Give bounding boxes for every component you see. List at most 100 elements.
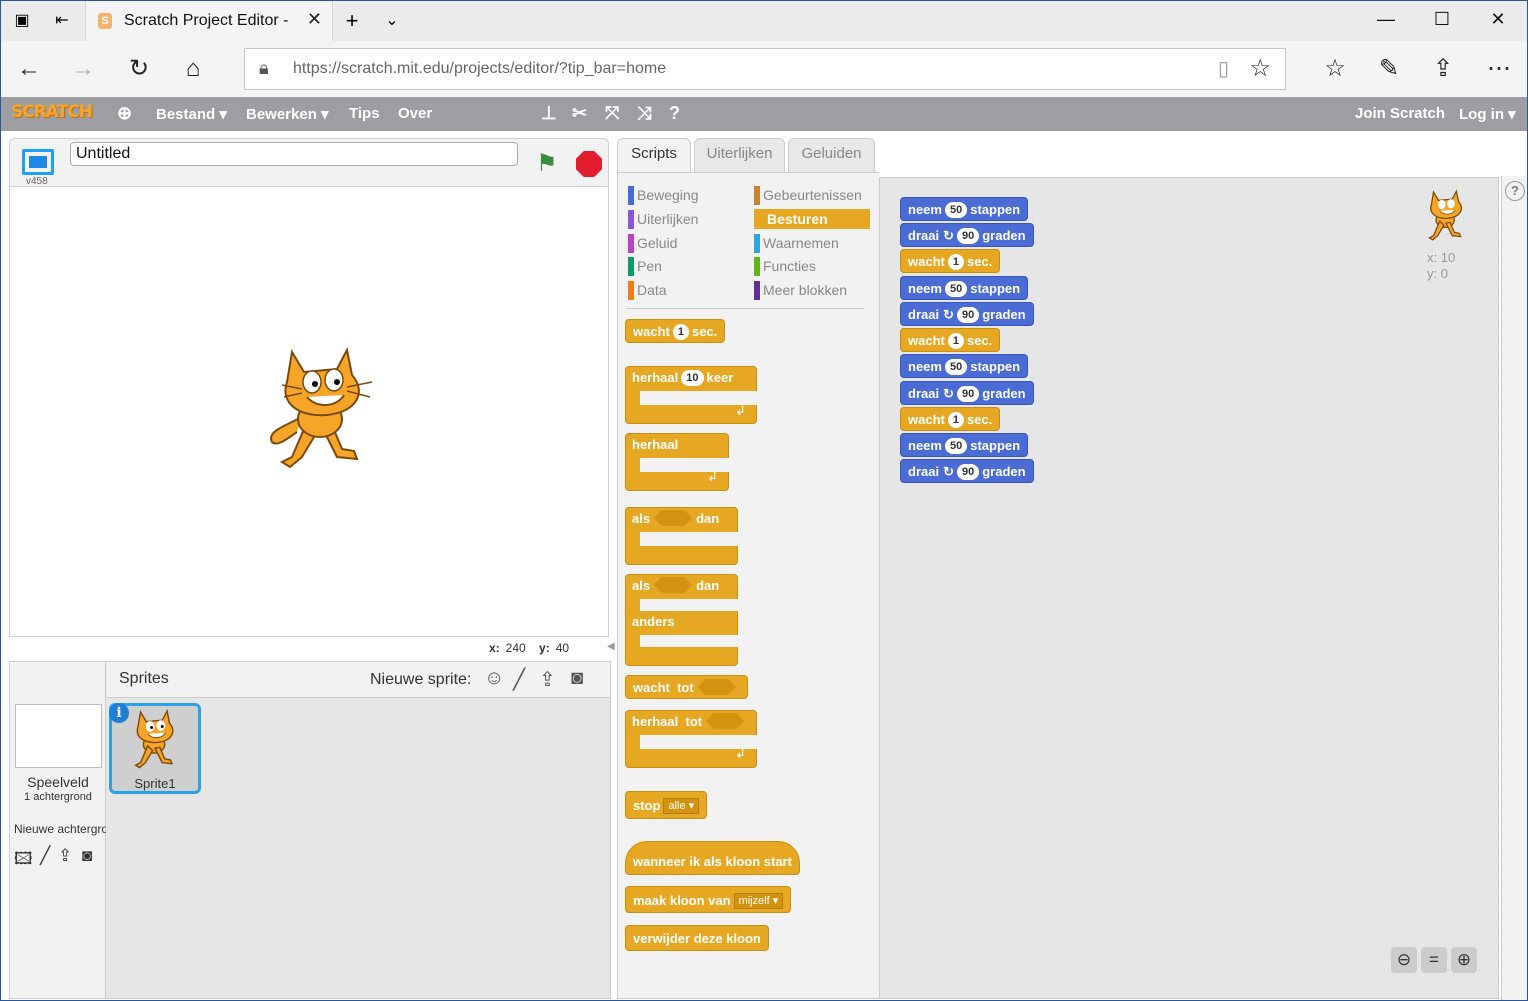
block-input[interactable]: 50 bbox=[944, 438, 968, 454]
home-icon[interactable]: ⌂ bbox=[175, 55, 211, 83]
category-more-blocks[interactable]: Meer blokken bbox=[754, 281, 870, 300]
tab-sounds[interactable]: Geluiden bbox=[788, 138, 875, 172]
grow-icon[interactable]: ⤧ bbox=[605, 103, 619, 124]
forward-icon[interactable]: → bbox=[65, 55, 101, 83]
category-sensing[interactable]: Waarnemen bbox=[754, 234, 870, 253]
script-block-move[interactable]: neem 50 stappen bbox=[900, 433, 1029, 457]
sprite-library-icon[interactable]: ☺ bbox=[484, 667, 504, 690]
tab-costumes[interactable]: Uiterlijken bbox=[694, 138, 785, 172]
browser-tab[interactable]: S Scratch Project Editor - ✕ bbox=[85, 1, 333, 41]
join-scratch-link[interactable]: Join Scratch bbox=[1355, 105, 1445, 122]
address-bar[interactable]: 🔒︎ https://scratch.mit.edu/projects/edit… bbox=[244, 48, 1286, 90]
web-note-icon[interactable]: ✎ bbox=[1371, 55, 1407, 83]
category-motion[interactable]: Beweging bbox=[628, 186, 744, 205]
category-looks[interactable]: Uiterlijken bbox=[628, 210, 744, 229]
green-flag-icon[interactable]: ⚑ bbox=[536, 149, 558, 178]
block-when-clone-starts[interactable]: wanneer ik als kloon start bbox=[625, 841, 800, 875]
scratch-logo[interactable]: SCRATCH bbox=[11, 102, 93, 122]
block-create-clone[interactable]: maak kloon van mijzelf ▾ bbox=[625, 886, 792, 913]
block-input[interactable]: 90 bbox=[956, 386, 980, 402]
block-wait-until[interactable]: wacht tot bbox=[625, 675, 748, 699]
lock-icon: 🔒︎ bbox=[259, 58, 269, 78]
block-delete-clone[interactable]: verwijder deze kloon bbox=[625, 925, 769, 951]
zoom-reset-icon[interactable]: = bbox=[1421, 947, 1447, 973]
zoom-in-icon[interactable]: ⊕ bbox=[1451, 947, 1477, 973]
edit-menu[interactable]: Bewerken ▾ bbox=[246, 105, 329, 123]
script-block-turn[interactable]: draai ↻ 90 graden bbox=[900, 459, 1034, 483]
file-menu[interactable]: Bestand ▾ bbox=[156, 105, 227, 123]
reading-view-icon[interactable]: ▯ bbox=[1218, 56, 1229, 81]
favorites-hub-icon[interactable]: ☆ bbox=[1317, 55, 1353, 83]
block-input[interactable]: 90 bbox=[956, 228, 980, 244]
minimize-icon[interactable]: — bbox=[1363, 9, 1409, 30]
script-block-move[interactable]: neem 50 stappen bbox=[900, 276, 1029, 300]
help-block-icon[interactable]: ? bbox=[669, 103, 680, 124]
script-block-move[interactable]: neem 50 stappen bbox=[900, 197, 1029, 221]
script-block-wait[interactable]: wacht 1 sec. bbox=[900, 328, 1001, 352]
script-block-turn[interactable]: draai ↻ 90 graden bbox=[900, 302, 1034, 326]
category-control[interactable]: Besturen bbox=[754, 209, 870, 229]
block-stop[interactable]: stop alle ▾ bbox=[625, 791, 708, 819]
tab-list-chevron-icon[interactable]: ⌄ bbox=[381, 10, 403, 32]
stop-sign-icon[interactable] bbox=[576, 151, 602, 177]
shrink-icon[interactable]: ⤨ bbox=[637, 103, 651, 124]
back-icon[interactable]: ← bbox=[11, 55, 47, 83]
camera-backdrop-icon[interactable]: ◙ bbox=[82, 846, 92, 866]
zoom-out-icon[interactable]: ⊖ bbox=[1391, 947, 1417, 973]
block-input[interactable]: 90 bbox=[956, 464, 980, 480]
set-tabs-aside-icon[interactable]: ⇤ bbox=[51, 10, 73, 32]
delete-scissors-icon[interactable]: ✂ bbox=[572, 103, 587, 124]
category-events[interactable]: Gebeurtenissen bbox=[754, 186, 870, 205]
category-pen[interactable]: Pen bbox=[628, 257, 744, 276]
collapse-stage-icon[interactable]: ◀ bbox=[607, 641, 617, 659]
camera-sprite-icon[interactable]: ◙ bbox=[571, 667, 583, 690]
block-input[interactable]: 1 bbox=[947, 412, 964, 428]
backdrop-library-icon[interactable]: 🖾 bbox=[14, 846, 33, 875]
stage-canvas[interactable] bbox=[9, 186, 609, 637]
block-input[interactable]: 1 bbox=[947, 333, 964, 349]
scratch-cat-sprite[interactable] bbox=[262, 347, 382, 477]
block-input[interactable]: 50 bbox=[944, 281, 968, 297]
language-globe-icon[interactable]: ⊕ bbox=[117, 103, 132, 124]
help-icon[interactable]: ? bbox=[1505, 181, 1525, 201]
more-icon[interactable]: ⋯ bbox=[1481, 55, 1517, 83]
block-input[interactable]: 50 bbox=[944, 359, 968, 375]
sprite-thumbnail[interactable]: i Sprite1 bbox=[109, 703, 201, 794]
script-block-wait[interactable]: wacht 1 sec. bbox=[900, 249, 1001, 273]
paint-sprite-icon[interactable]: ╱ bbox=[513, 667, 525, 692]
script-block-move[interactable]: neem 50 stappen bbox=[900, 354, 1029, 378]
project-title-input[interactable] bbox=[70, 142, 518, 166]
clone-dropdown[interactable]: mijzelf ▾ bbox=[733, 893, 784, 909]
new-tab-icon[interactable]: + bbox=[341, 10, 363, 32]
duplicate-stamp-icon[interactable]: ⊥ bbox=[541, 103, 557, 124]
block-wait-seconds[interactable]: wacht 1 sec. bbox=[625, 319, 726, 343]
block-input[interactable]: 1 bbox=[947, 254, 964, 270]
log-in-menu[interactable]: Log in ▾ bbox=[1459, 105, 1516, 123]
maximize-icon[interactable]: ☐ bbox=[1419, 9, 1465, 30]
category-operators[interactable]: Functies bbox=[754, 257, 870, 276]
upload-sprite-icon[interactable]: ⇪ bbox=[539, 667, 556, 692]
block-input[interactable]: 50 bbox=[944, 202, 968, 218]
fullscreen-icon[interactable] bbox=[22, 149, 54, 175]
about-menu[interactable]: Over bbox=[398, 105, 432, 122]
tab-scripts[interactable]: Scripts bbox=[617, 138, 691, 174]
script-block-turn[interactable]: draai ↻ 90 graden bbox=[900, 223, 1034, 247]
script-block-wait[interactable]: wacht 1 sec. bbox=[900, 407, 1001, 431]
block-input[interactable]: 90 bbox=[956, 307, 980, 323]
block-else-label: anders bbox=[632, 614, 675, 629]
tab-manager-icon[interactable]: ▣ bbox=[11, 10, 33, 32]
favorite-star-icon[interactable]: ☆ bbox=[1249, 54, 1271, 83]
stop-dropdown[interactable]: alle ▾ bbox=[663, 798, 700, 814]
category-data[interactable]: Data bbox=[628, 281, 744, 300]
category-sound[interactable]: Geluid bbox=[628, 234, 744, 253]
close-window-icon[interactable]: ✕ bbox=[1475, 9, 1521, 30]
tips-menu[interactable]: Tips bbox=[349, 105, 380, 122]
paint-backdrop-icon[interactable]: ╱ bbox=[40, 846, 50, 866]
share-icon[interactable]: ⇪ bbox=[1425, 55, 1461, 83]
sprite-info-icon[interactable]: i bbox=[109, 703, 129, 723]
refresh-icon[interactable]: ↻ bbox=[121, 55, 157, 83]
script-block-turn[interactable]: draai ↻ 90 graden bbox=[900, 381, 1034, 405]
stage-thumbnail[interactable] bbox=[15, 704, 102, 768]
upload-backdrop-icon[interactable]: ⇪ bbox=[58, 846, 72, 866]
close-tab-icon[interactable]: ✕ bbox=[307, 9, 322, 30]
